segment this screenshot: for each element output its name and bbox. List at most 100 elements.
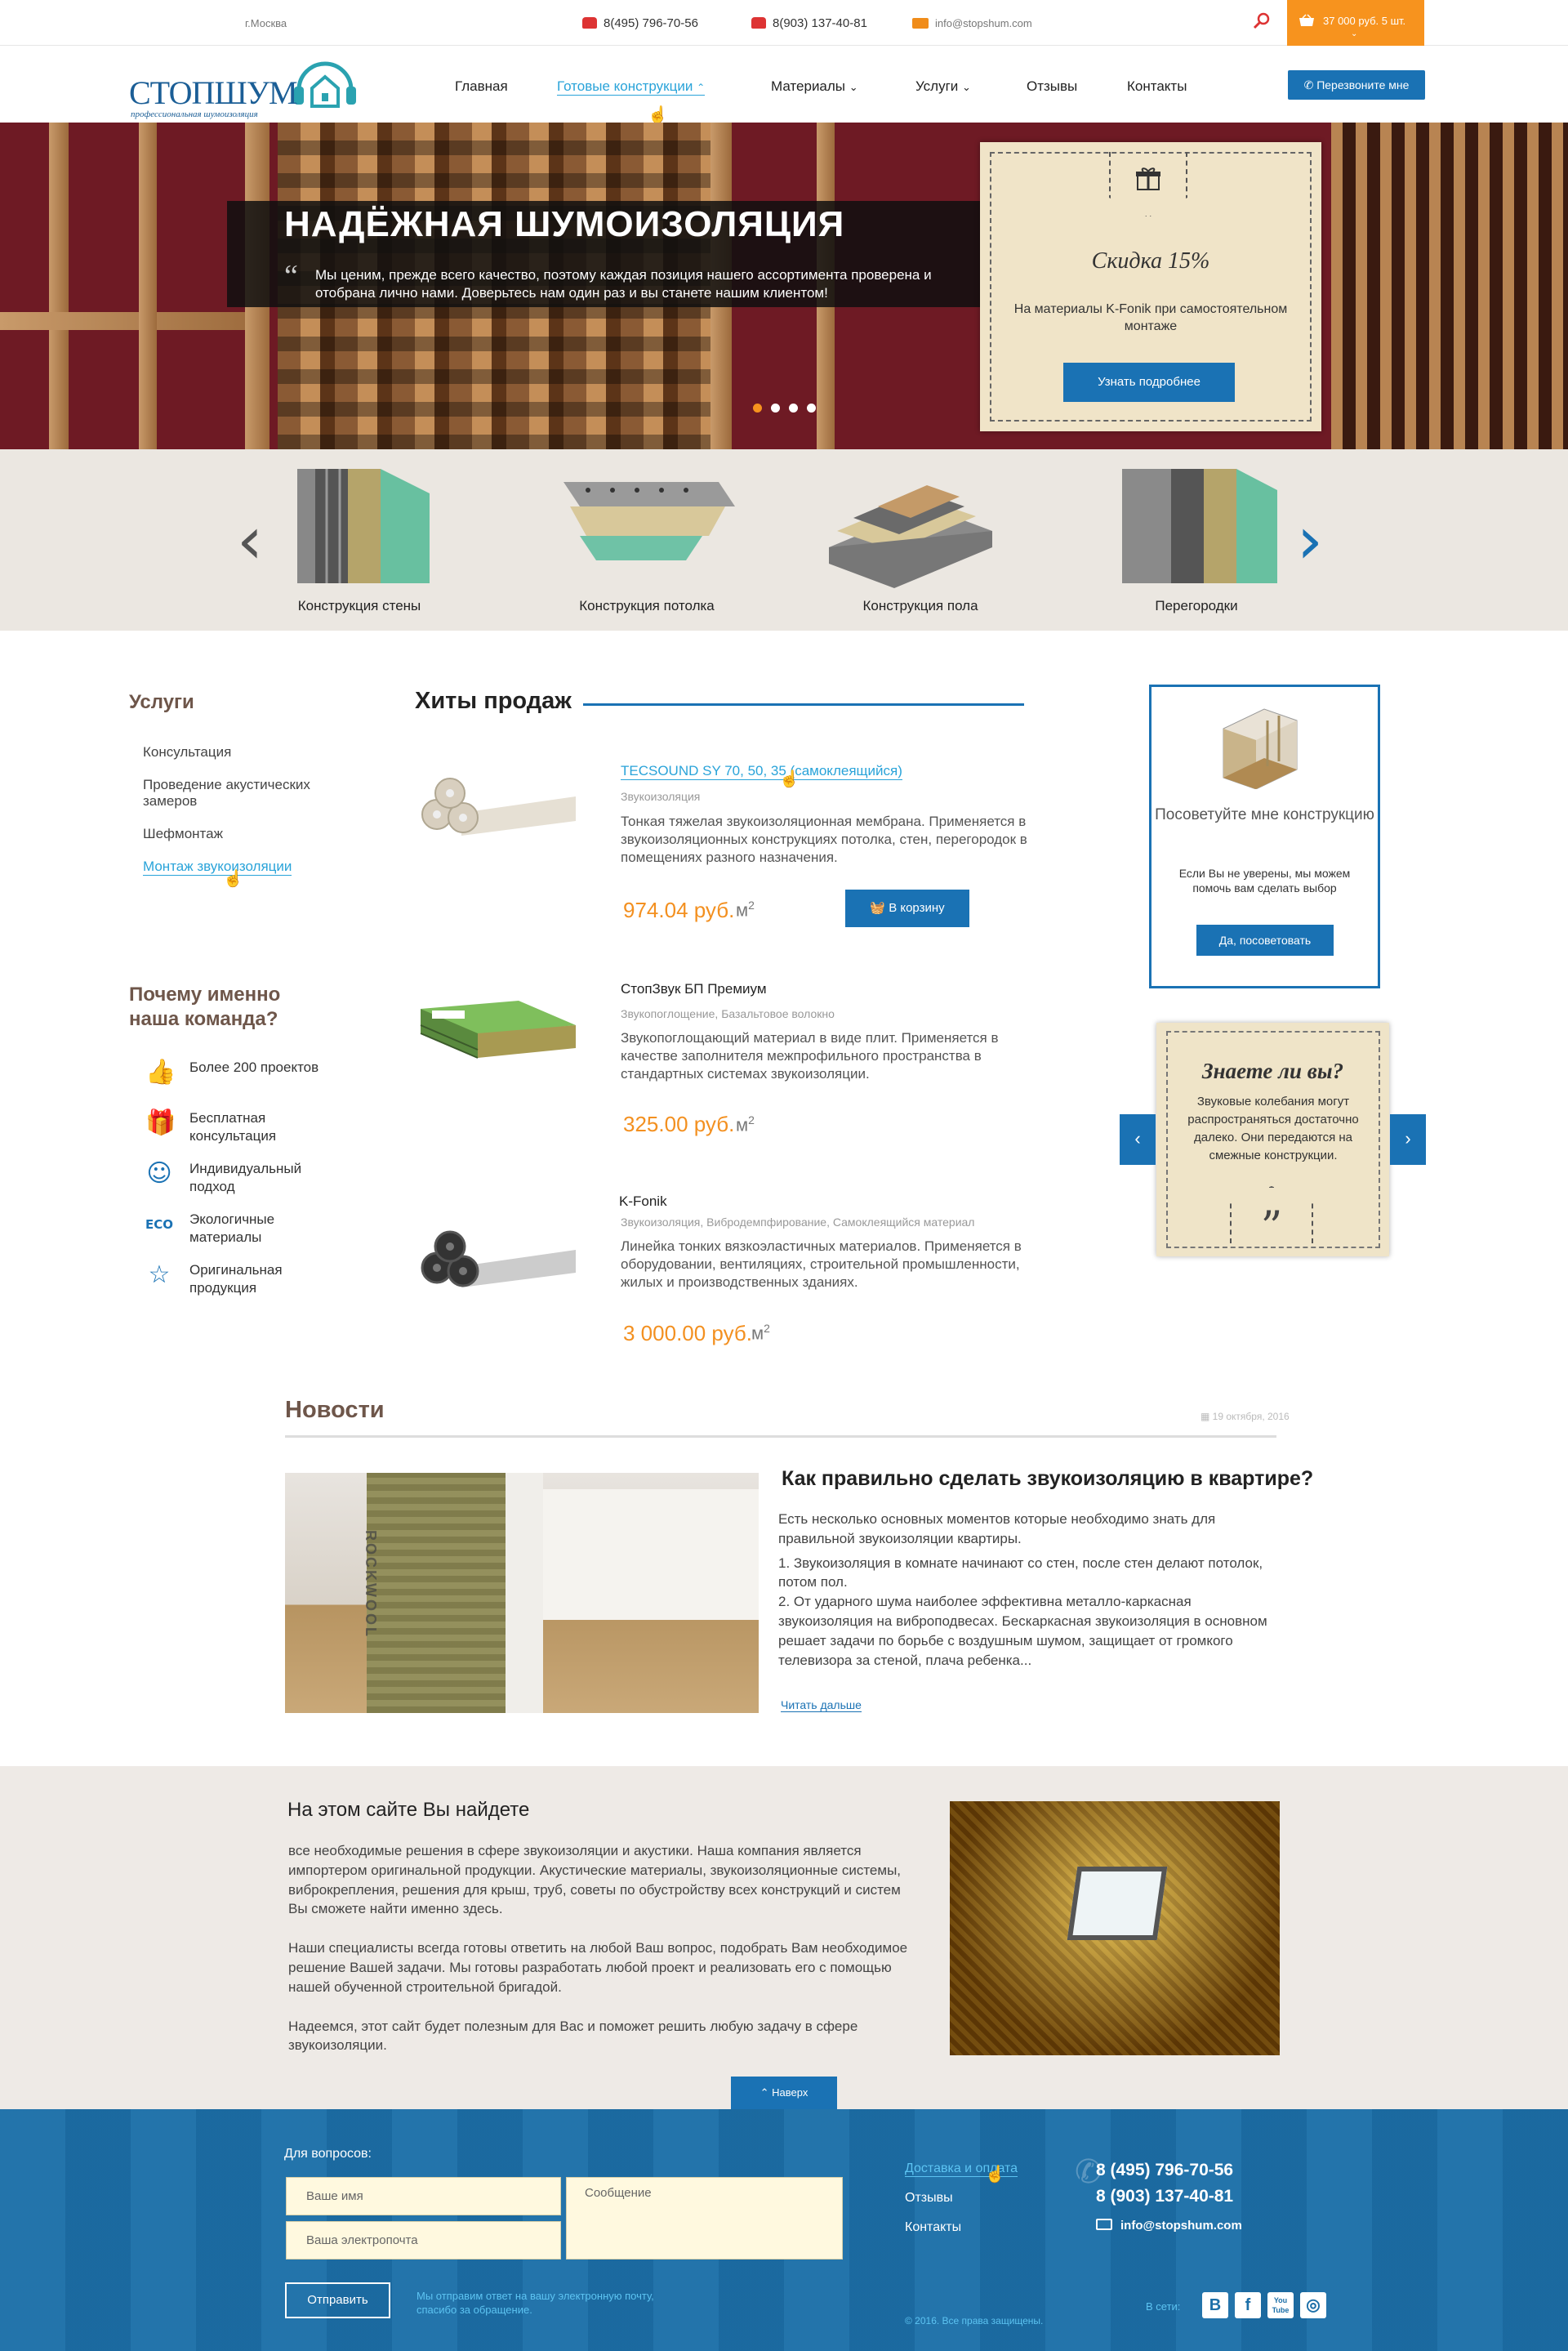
product-category: Звукоизоляция — [621, 790, 701, 803]
nav-home[interactable]: Главная — [455, 78, 508, 95]
top-phone-2-text: 8(903) 137-40-81 — [773, 16, 867, 30]
hand-cursor-icon: ☝ — [985, 2166, 1005, 2184]
service-acoustic-measurement[interactable]: Проведение акустических замеров — [143, 777, 323, 810]
advice-button[interactable]: Да, посоветовать — [1196, 925, 1334, 956]
room-construction-image — [1215, 704, 1305, 793]
nav-materials-label: Материалы — [771, 78, 846, 94]
callback-button[interactable]: ✆ Перезвоните мне — [1288, 70, 1425, 100]
logo-text[interactable]: СТОПШУМ — [129, 74, 298, 112]
top-email[interactable]: info@stopshum.com — [912, 17, 1032, 29]
nav-contacts[interactable]: Контакты — [1127, 78, 1187, 95]
logo-subtitle: профессиональная шумоизоляция — [131, 109, 258, 119]
advice-text: Если Вы не уверены, мы можем помочь вам … — [1178, 867, 1351, 894]
chevron-down-icon: ⌄ — [849, 81, 858, 93]
nav-materials[interactable]: Материалы ⌄ — [771, 78, 858, 95]
product-image-stopzvuk[interactable] — [412, 993, 584, 1066]
partition-construction-image[interactable] — [1120, 466, 1300, 596]
footer-phone-2[interactable]: 8 (903) 137-40-81 — [1096, 2187, 1233, 2206]
product-description: Звукопоглощающий материал в виде плит. П… — [621, 1030, 999, 1082]
cart-button[interactable]: 37 000 руб. 5 шт. ⌄ — [1287, 0, 1424, 46]
news-paragraph: 1. Звукоизоляция в комнате начинают со с… — [778, 1555, 1263, 1590]
back-to-top-button[interactable]: ⌃ Наверх — [731, 2077, 837, 2109]
floor-construction-image[interactable] — [821, 466, 1000, 596]
promo-more-button[interactable]: Узнать подробнее — [1063, 363, 1235, 402]
nav-reviews[interactable]: Отзывы — [1027, 78, 1077, 95]
basket-icon — [1298, 14, 1315, 29]
service-supervision[interactable]: Шефмонтаж — [143, 826, 223, 842]
top-phone-1-text: 8(495) 796-70-56 — [604, 16, 698, 30]
carousel-prev-icon[interactable]: ‹ — [237, 508, 263, 573]
chevron-up-icon: ⌃ — [697, 82, 706, 93]
copyright: © 2016. Все права защищены. — [905, 2315, 1044, 2326]
carousel-caption-partitions[interactable]: Перегородки — [1098, 598, 1294, 614]
mail-icon — [1096, 2219, 1112, 2230]
send-button[interactable]: Отправить — [285, 2282, 390, 2318]
news-paragraph: Есть несколько основных моментов которые… — [778, 1511, 1216, 1546]
slider-dot-2[interactable] — [771, 404, 780, 413]
hero-title: НАДЁЖНАЯ ШУМОИЗОЛЯЦИЯ — [284, 204, 845, 244]
nav-ready-constructions[interactable]: Готовые конструкции ⌃ — [557, 78, 706, 96]
message-input[interactable]: Сообщение — [566, 2177, 843, 2260]
about-paragraph: все необходимые решения в сфере звукоизо… — [288, 1843, 902, 1917]
slat-panel — [1331, 123, 1568, 449]
wood-panel — [139, 123, 157, 449]
footer-phone-1[interactable]: 8 (495) 796-70-56 — [1096, 2161, 1233, 2180]
about-body: все необходимые решения в сфере звукоизо… — [288, 1841, 909, 2055]
top-phone-1[interactable]: 8(495) 796-70-56 — [582, 16, 698, 30]
product-image-tecsound[interactable] — [412, 764, 584, 837]
logo-icon[interactable] — [289, 51, 361, 123]
top-phone-2[interactable]: 8(903) 137-40-81 — [751, 16, 867, 30]
news-body: Есть несколько основных моментов которые… — [778, 1510, 1268, 1670]
search-icon[interactable] — [1252, 11, 1270, 29]
product-name-tecsound[interactable]: TECSOUND SY 70, 50, 35 (самоклеящийся) — [621, 763, 902, 780]
wood-panel — [0, 312, 261, 330]
chevron-down-icon: ⌄ — [962, 81, 971, 93]
facts-prev-icon[interactable]: ‹ — [1120, 1114, 1156, 1165]
facts-next-icon[interactable]: › — [1390, 1114, 1426, 1165]
wood-panel — [49, 123, 69, 449]
product-price: 325.00 руб. — [623, 1112, 735, 1136]
advice-title: Посоветуйте мне конструкцию — [1155, 806, 1374, 823]
service-consultation[interactable]: Консультация — [143, 744, 231, 761]
slider-dot-4[interactable] — [807, 404, 816, 413]
youtube-icon[interactable]: You Tube — [1267, 2292, 1294, 2318]
footer-email[interactable]: info@stopshum.com — [1120, 2219, 1242, 2233]
nav-services[interactable]: Услуги ⌄ — [915, 78, 971, 95]
vk-icon[interactable]: B — [1202, 2292, 1228, 2318]
footer-link-contacts[interactable]: Контакты — [905, 2220, 961, 2235]
eco-icon: ECO — [145, 1217, 174, 1232]
window — [1067, 1867, 1168, 1940]
slider-dot-1[interactable] — [753, 404, 762, 413]
thumbs-up-icon: 👍 — [145, 1058, 176, 1086]
hits-title: Хиты продаж — [415, 688, 572, 714]
email-input[interactable]: Ваша электропочта — [286, 2221, 561, 2260]
product-name-kfonik[interactable]: K-Fonik — [619, 1193, 667, 1210]
insulation-board — [367, 1473, 506, 1713]
product-category: Звукоизоляция, Вибродемпфирование, Самок… — [621, 1216, 975, 1229]
add-to-cart-button[interactable]: 🧺 В корзину — [845, 890, 969, 927]
footer-link-reviews[interactable]: Отзывы — [905, 2191, 953, 2206]
gift-icon — [1135, 167, 1161, 195]
why-item-eco: Экологичные материалы — [189, 1211, 275, 1245]
read-more-link[interactable]: Читать дальше — [781, 1698, 862, 1712]
product-description: Тонкая тяжелая звукоизоляционная мембран… — [621, 814, 1027, 865]
wall-construction-image[interactable] — [294, 466, 474, 596]
product-name-stopzvuk[interactable]: СтопЗвук БП Премиум — [621, 981, 767, 997]
drywall-edge — [506, 1473, 543, 1713]
product-image-kfonik[interactable] — [412, 1217, 584, 1291]
hits-divider — [583, 703, 1024, 706]
instagram-icon[interactable]: ◎ — [1300, 2292, 1326, 2318]
facebook-icon[interactable]: f — [1235, 2292, 1261, 2318]
news-heading[interactable]: Как правильно сделать звукоизоляцию в кв… — [782, 1467, 1313, 1491]
carousel-caption-ceiling[interactable]: Конструкция потолка — [549, 598, 745, 614]
name-input[interactable]: Ваше имя — [286, 2177, 561, 2215]
smile-icon: ☺ — [146, 1159, 172, 1188]
carousel-next-icon[interactable]: › — [1297, 508, 1323, 573]
ceiling-construction-image[interactable] — [555, 466, 735, 596]
service-installation[interactable]: Монтаж звукоизоляции — [143, 859, 292, 876]
slider-dot-3[interactable] — [789, 404, 798, 413]
carousel-caption-wall[interactable]: Конструкция стены — [261, 598, 457, 614]
carousel-caption-floor[interactable]: Конструкция пола — [822, 598, 1018, 614]
news-image[interactable]: ROCKWOOL — [285, 1473, 759, 1713]
callback-label: Перезвоните мне — [1316, 78, 1410, 91]
